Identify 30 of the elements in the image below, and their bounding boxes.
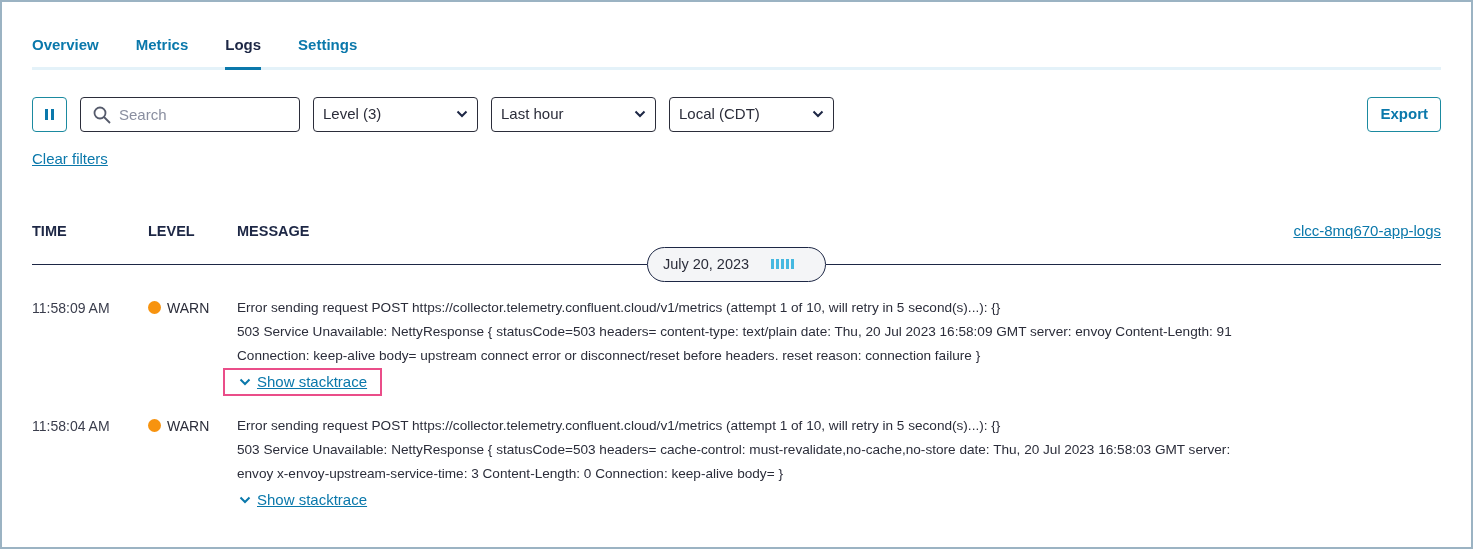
dropdown[interactable]: Level (3)	[313, 96, 478, 132]
show-stacktrace-link[interactable]: Show stacktrace	[223, 368, 383, 397]
log-time: 11:58:04 AM	[32, 418, 110, 435]
column-header: MESSAGE	[237, 222, 310, 239]
source-link[interactable]: clcc-8mq670-app-logs	[1293, 220, 1441, 243]
clear-filters-link[interactable]: Clear filters	[32, 149, 108, 167]
dropdown[interactable]: Last hour	[491, 96, 656, 132]
search-field[interactable]: Search	[80, 96, 300, 132]
log-time: 11:58:09 AM	[32, 300, 110, 317]
column-header: TIME	[32, 222, 67, 239]
export-button[interactable]: Export	[1367, 96, 1441, 132]
tab[interactable]: Overview	[32, 22, 99, 70]
pause-button[interactable]	[32, 96, 67, 132]
date-separator: July 20, 2023	[646, 246, 827, 283]
chevron-down-icon	[239, 378, 251, 387]
chevron-down-icon	[812, 110, 824, 118]
chevron-down-icon	[239, 496, 251, 505]
log-message: Error sending request POST https://collector.telemetry.confluent.cloud/v1/metrics (attempt 1 of 10, will retry in 5 second(s)...): {} 503 Service Unavailable: NettyResponse { statusCode=503 headers= cache-control: must-revalidate,no-cache,no-store date: Thu, 20 Jul 2023 16:58:03 GMT server: envoy x-envoy-upstream-service-time: 3 Content-Length: 0 Connection: keep-alive body= }	[237, 417, 1232, 484]
log-level: WARN	[167, 299, 210, 319]
log-level: WARN	[167, 417, 210, 437]
tab[interactable]: Settings	[298, 22, 358, 70]
chevron-down-icon	[634, 110, 646, 118]
dropdown[interactable]: Local (CDT)	[669, 96, 834, 132]
chevron-down-icon	[456, 110, 468, 118]
pause-icon	[45, 108, 54, 120]
tab[interactable]: Metrics	[135, 22, 189, 70]
log-message: Error sending request POST https://collector.telemetry.confluent.cloud/v1/metrics (attempt 1 of 10, will retry in 5 second(s)...): {} 503 Service Unavailable: NettyResponse { statusCode=503 headers= content-type: text/plain date: Thu, 20 Jul 2023 16:58:09 GMT server: envoy Content-Length: 91 Connection: keep-alive body= upstream connect error or disconnect/reset before headers. reset reason: connection failure }	[237, 299, 1233, 366]
show-stacktrace-link[interactable]: Show stacktrace	[223, 486, 383, 515]
column-header: LEVEL	[148, 222, 195, 239]
tab[interactable]: Logs	[225, 22, 262, 70]
